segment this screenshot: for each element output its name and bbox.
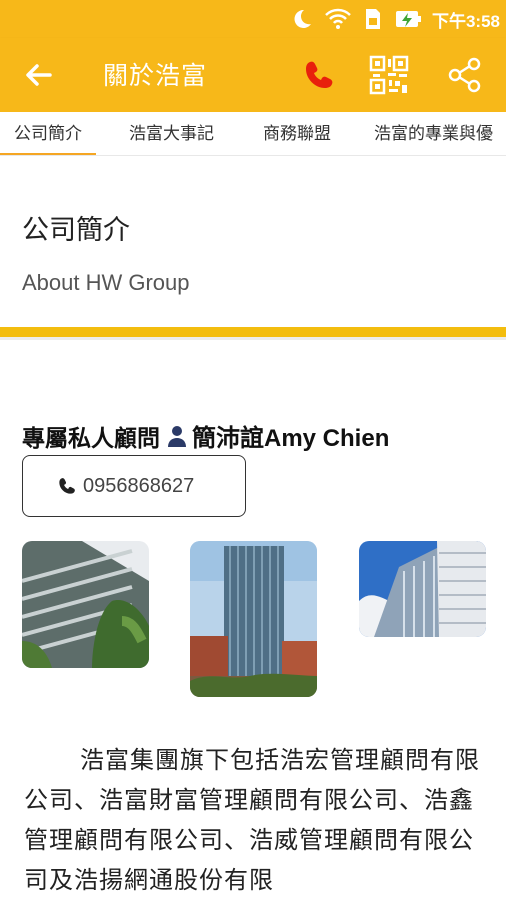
status-icons: 下午3:58: [290, 4, 500, 34]
tab-milestones[interactable]: 浩富大事記: [129, 112, 214, 155]
building-photo-3[interactable]: [359, 541, 486, 637]
person-icon: [168, 425, 186, 447]
advisor-name: 簡沛誼Amy Chien: [192, 425, 390, 452]
tab-business-alliance[interactable]: 商務聯盟: [263, 112, 331, 155]
section-divider: [0, 327, 506, 337]
building-photo-2[interactable]: [190, 541, 317, 697]
advisor-line: 專屬私人顧問 簡沛誼Amy Chien: [22, 418, 389, 453]
building-photo-1[interactable]: [22, 541, 149, 668]
back-arrow-icon[interactable]: [22, 58, 56, 92]
tab-bar: 公司簡介 浩富大事記 商務聯盟 浩富的專業與優: [0, 112, 506, 156]
advisor-phone-number: 0956868627: [83, 474, 195, 497]
call-advisor-button[interactable]: 0956868627: [22, 455, 246, 517]
divider-shadow: [0, 337, 506, 340]
phone-icon: [59, 478, 75, 494]
section-title: 公司簡介: [22, 215, 130, 246]
sim-card-icon: [365, 9, 380, 29]
app-bar: 關於浩富: [0, 38, 506, 112]
tab-company-intro[interactable]: 公司簡介: [0, 112, 96, 155]
qr-code-icon[interactable]: [369, 55, 409, 95]
tab-expertise[interactable]: 浩富的專業與優: [374, 112, 493, 155]
company-intro-text: 浩富集團旗下包括浩宏管理顧問有限公司、浩富財富管理顧問有限公司、浩鑫管理顧問有限…: [24, 746, 480, 894]
share-icon[interactable]: [446, 56, 484, 94]
phone-icon[interactable]: [302, 58, 336, 92]
status-bar: 下午3:58: [0, 0, 506, 38]
section-subtitle: About HW Group: [22, 270, 190, 295]
do-not-disturb-moon-icon: [294, 9, 311, 28]
page-title: 關於浩富: [103, 61, 208, 90]
battery-charging-icon: [395, 11, 421, 27]
wifi-icon: [325, 8, 351, 29]
advisor-label: 專屬私人顧問: [22, 425, 160, 452]
status-time: 下午3:58: [431, 11, 500, 31]
